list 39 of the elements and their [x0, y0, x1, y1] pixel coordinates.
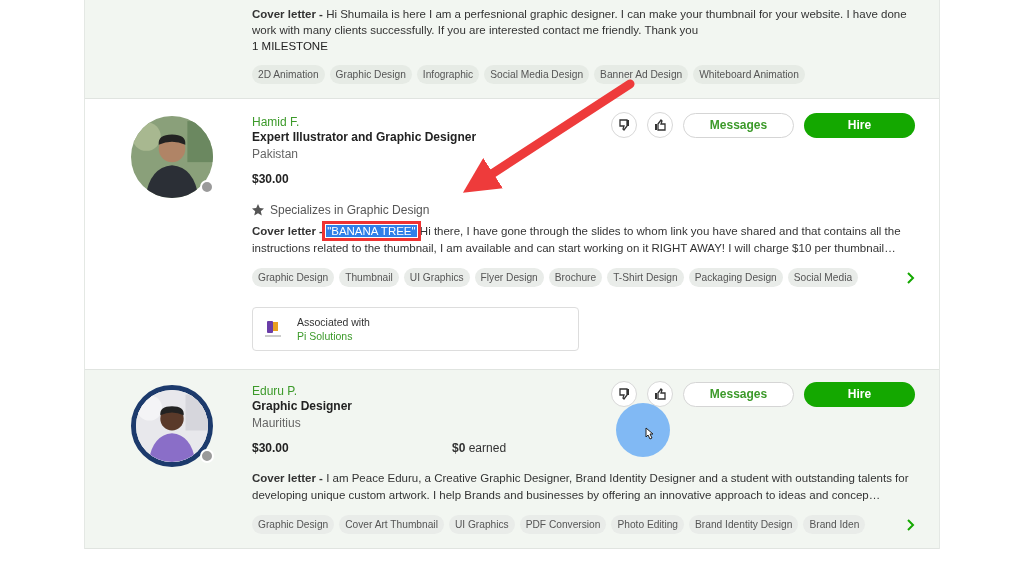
- skill-tag[interactable]: Graphic Design: [252, 268, 335, 287]
- skill-tag[interactable]: Thumbnail: [339, 268, 399, 287]
- skill-tag[interactable]: Brand Iden: [803, 515, 866, 534]
- cover-letter-text: Cover letter - "BANANA TREE" Hi there, I have gone through the slides to whom link you have shared and that contains all the instructions related to the thumbnail, I am available and can start working on it RIGHT AWAY! I will charge $10 per thumbnail…: [252, 224, 902, 256]
- skill-tag[interactable]: Cover Art Thumbnail: [339, 515, 444, 534]
- specialty-text: Specializes in Graphic Design: [270, 203, 430, 217]
- country-text: Pakistan: [252, 146, 300, 163]
- association-card[interactable]: Associated with Pi Solutions: [252, 307, 579, 351]
- skill-tag[interactable]: Photo Editing: [611, 515, 685, 534]
- milestone-text: 1 MILESTONE: [252, 39, 329, 54]
- skill-tag[interactable]: Graphic Design: [252, 515, 335, 534]
- skill-tag[interactable]: PDF Conversion: [519, 515, 607, 534]
- messages-button[interactable]: Messages: [683, 112, 794, 138]
- hourly-rate: $30.00: [252, 440, 290, 456]
- company-name[interactable]: Pi Solutions: [297, 329, 370, 343]
- skill-tag[interactable]: UI Graphics: [403, 268, 470, 287]
- hourly-rate: $30.00: [252, 171, 290, 187]
- skill-tag[interactable]: Packaging Design: [688, 268, 783, 287]
- skill-tag[interactable]: Whiteboard Animation: [693, 65, 805, 84]
- earned-text: $0 earned: [452, 440, 507, 456]
- skill-tag[interactable]: T-Shirt Design: [607, 268, 684, 287]
- skill-tag[interactable]: Brochure: [548, 268, 603, 287]
- messages-button[interactable]: Messages: [683, 381, 794, 407]
- skill-tag[interactable]: Graphic Design: [329, 65, 412, 84]
- skill-tag[interactable]: Social Media: [787, 268, 859, 287]
- skill-tag[interactable]: UI Graphics: [448, 515, 515, 534]
- cover-letter-text: Cover letter - Hi Shumaila is here I am a perfesnional graphic designer. I can make your thumbnail for your website. I have done work with many clients successfully. If you are interested contact me friendly. Thank you: [252, 7, 908, 38]
- associated-label: Associated with: [297, 315, 370, 329]
- skill-tag[interactable]: Flyer Design: [474, 268, 544, 287]
- country-text: Mauritius: [252, 415, 302, 432]
- skill-tag[interactable]: Social Media Design: [484, 65, 590, 84]
- skill-tag[interactable]: Infographic: [416, 65, 480, 84]
- skill-tag[interactable]: Brand Identity Design: [689, 515, 799, 534]
- freelancer-name[interactable]: Hamid F.: [252, 115, 477, 129]
- freelancer-title: Expert Illustrator and Graphic Designer: [252, 129, 477, 145]
- skill-tag[interactable]: 2D Animation: [252, 65, 325, 84]
- skill-tag[interactable]: Banner Ad Design: [594, 65, 689, 84]
- freelancer-title: Graphic Designer: [252, 398, 353, 414]
- cover-letter-text: Cover letter - I am Peace Eduru, a Creative Graphic Designer, Brand Identity Designer and a student with outstanding talents for developing unique custom artwork. I help Brands and businesses by offering an innovative approach to ideas and concep…: [252, 471, 910, 503]
